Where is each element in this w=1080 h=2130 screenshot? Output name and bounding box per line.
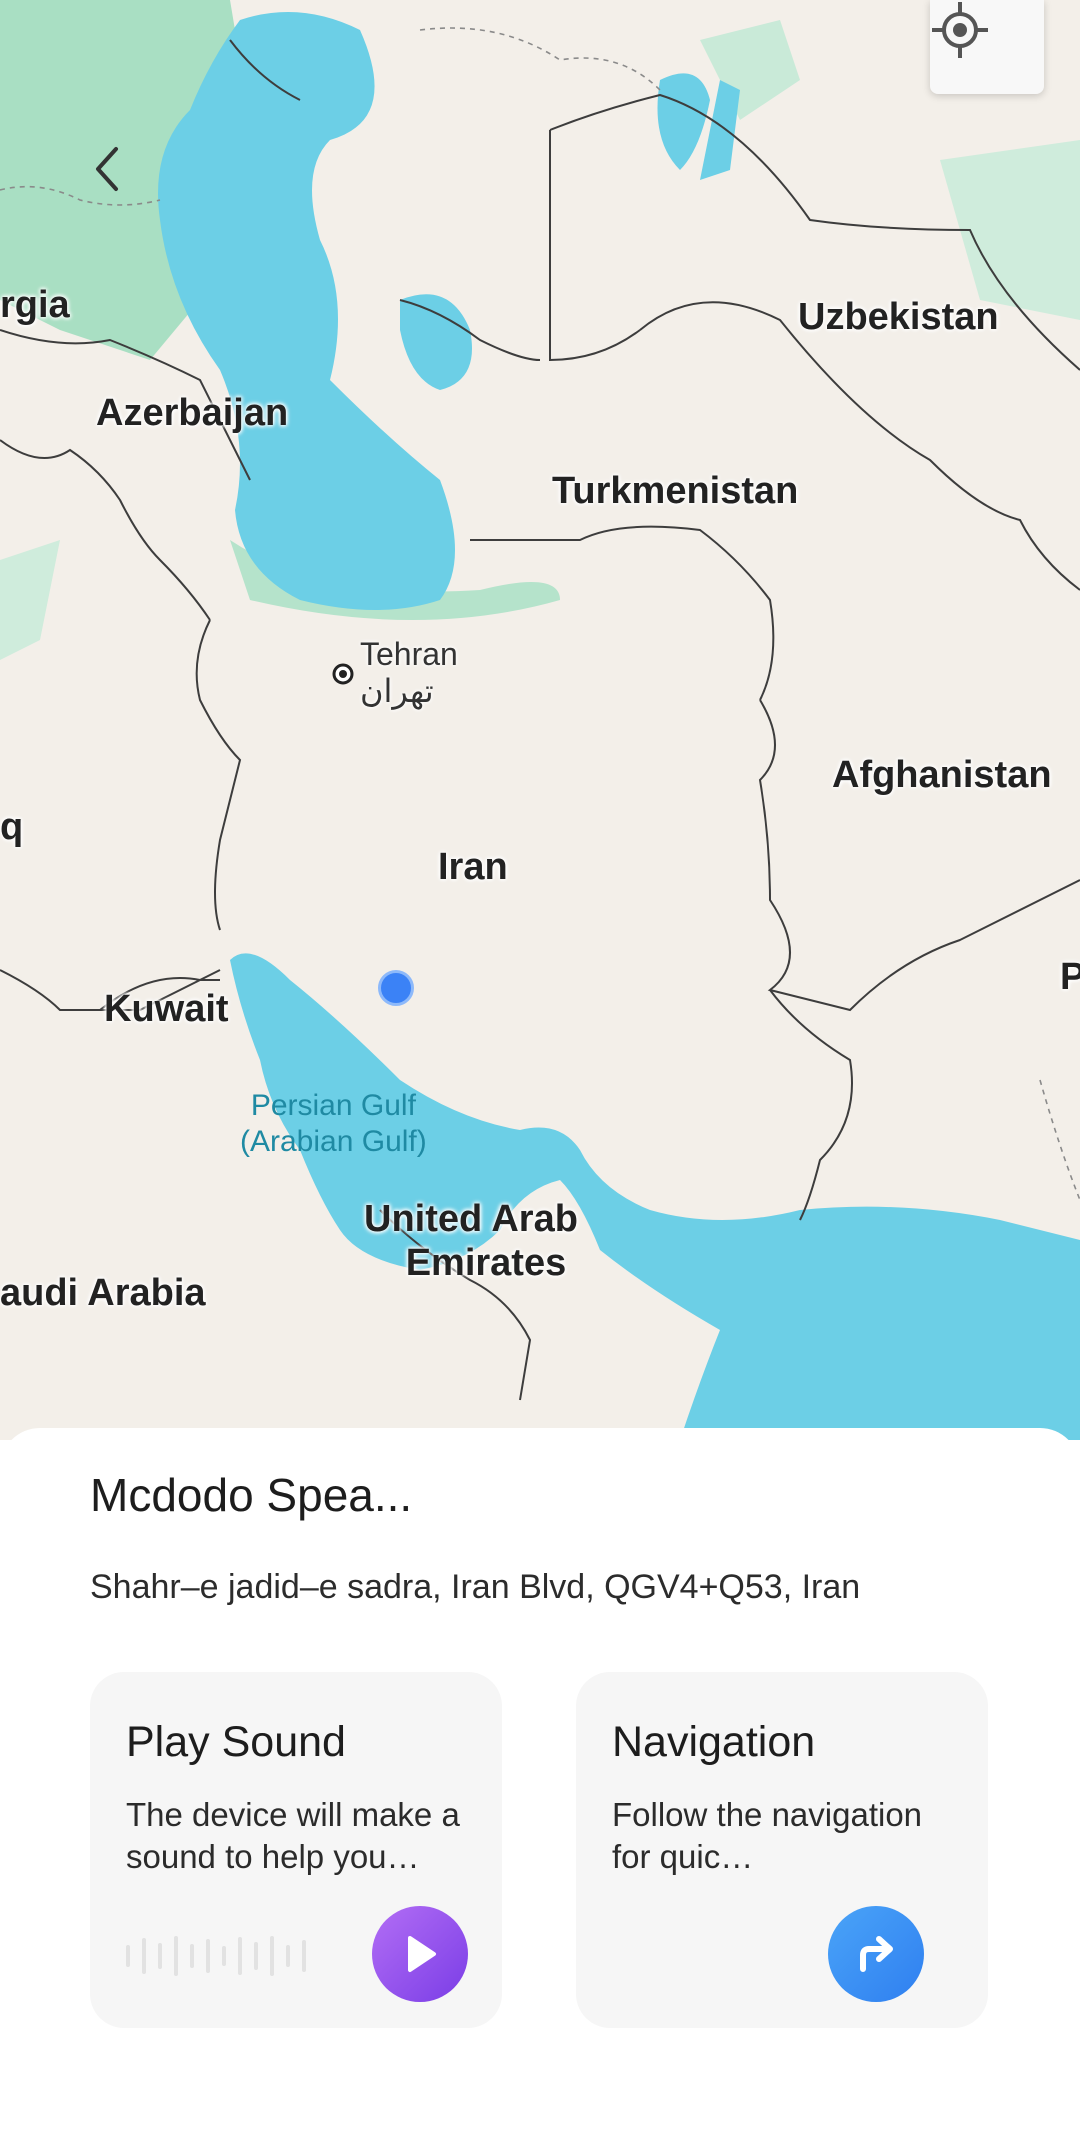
city-name-local: تهران — [360, 672, 434, 709]
country-label-kuwait: Kuwait — [104, 988, 229, 1030]
play-sound-description: The device will make a sound to help you… — [126, 1796, 460, 1875]
back-button[interactable] — [92, 145, 138, 209]
navigation-button[interactable] — [828, 1906, 924, 2002]
play-sound-card[interactable]: Play Sound The device will make a sound … — [90, 1672, 502, 2028]
device-address: Shahr–e jadid–e sadra, Iran Blvd, QGV4+Q… — [90, 1568, 861, 1606]
play-sound-button[interactable] — [372, 1906, 468, 2002]
navigation-title: Navigation — [612, 1718, 816, 1766]
country-label-iran: Iran — [438, 846, 508, 888]
country-label-pakistan: P — [1060, 956, 1080, 998]
country-label-georgia: rgia — [0, 284, 70, 326]
navigation-card[interactable]: Navigation Follow the navigation for qui… — [576, 1672, 988, 2028]
country-label-turkmenistan: Turkmenistan — [552, 470, 799, 512]
chevron-left-icon — [96, 147, 118, 191]
country-label-azerbaijan: Azerbaijan — [96, 392, 289, 434]
device-info-sheet: Mcdodo Spea... Shahr–e jadid–e sadra, Ir… — [0, 1428, 1080, 2130]
device-location-marker[interactable] — [378, 970, 414, 1006]
city-name: Tehran — [360, 636, 458, 672]
device-name: Mcdodo Spea... — [90, 1469, 413, 1521]
uae-line-1: United Arab — [364, 1198, 578, 1240]
country-label-afghanistan: Afghanistan — [832, 754, 1052, 796]
sea-label-line-2: (Arabian Gulf) — [240, 1125, 427, 1158]
country-label-uzbekistan: Uzbekistan — [798, 296, 999, 338]
country-label-saudi-arabia: audi Arabia — [0, 1272, 206, 1314]
country-label-iraq: q — [0, 806, 24, 848]
my-location-button[interactable] — [930, 0, 1044, 94]
country-label-uae: United Arab Emirates — [364, 1198, 578, 1285]
sea-label-line-1: Persian Gulf — [250, 1089, 416, 1122]
play-sound-title: Play Sound — [126, 1718, 346, 1766]
uae-line-2: Emirates — [405, 1241, 567, 1284]
turn-right-arrow-icon — [860, 1936, 893, 1972]
crosshair-icon — [932, 2, 988, 58]
map-view[interactable]: rgia Azerbaijan Uzbekistan Turkmenistan … — [0, 0, 1080, 1440]
navigation-description: Follow the navigation for quic… — [612, 1796, 923, 1875]
play-icon — [408, 1936, 436, 1972]
sea-label-persian-gulf: Persian Gulf (Arabian Gulf) — [240, 1088, 427, 1160]
city-label-tehran: Tehran تهران — [360, 636, 458, 710]
sound-wave-graphic — [126, 1936, 306, 1976]
